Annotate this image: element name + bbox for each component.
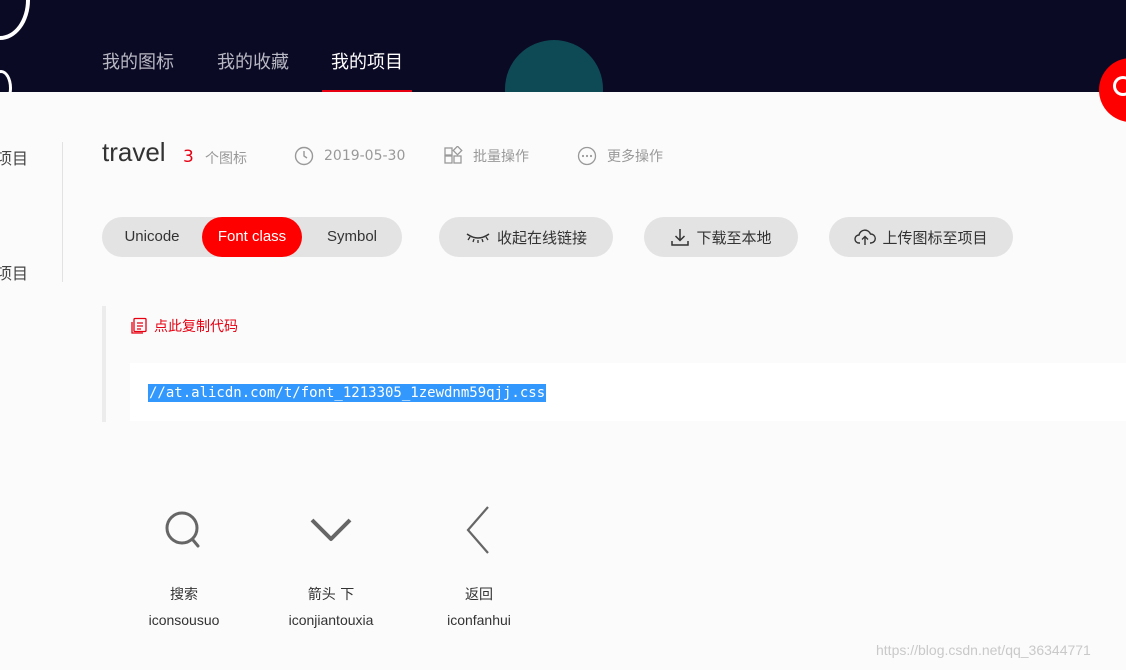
format-tabs: Unicode Font class Symbol [102, 217, 402, 257]
batch-operation-label: 批量操作 [473, 149, 529, 165]
project-title: travel [102, 137, 166, 167]
chevron-down-icon [310, 518, 352, 541]
icon-class: iconsousuo [148, 612, 220, 628]
sidebar-item-project-2[interactable]: 项目 [0, 260, 28, 284]
nav-my-projects[interactable]: 我的项目 [331, 48, 403, 74]
icon-class: iconjiantouxia [288, 612, 374, 628]
icon-count: 3 [183, 147, 194, 167]
nav-active-indicator [322, 90, 412, 92]
icon-name: 搜索 [170, 587, 198, 603]
copy-code-label: 点此复制代码 [154, 319, 238, 335]
sidebar-divider [62, 142, 63, 282]
icon-count-label: 个图标 [205, 151, 247, 167]
download-local-label: 下载至本地 [696, 228, 772, 247]
project-date-text: 2019-05-30 [324, 148, 406, 164]
watermark: https://blog.csdn.net/qq_36344771 [876, 642, 1091, 658]
icon-name: 返回 [465, 587, 493, 603]
copy-icon [131, 317, 147, 334]
icon-card-arrow-down[interactable]: 箭头 下 iconjiantouxia [271, 500, 391, 628]
icon-card-back[interactable]: 返回 iconfanhui [419, 500, 539, 628]
decorative-circle [505, 40, 603, 92]
icon-card-search[interactable]: 搜索 iconsousuo [124, 500, 244, 628]
icon-class: iconfanhui [447, 612, 511, 628]
more-operations-button[interactable]: 更多操作 [577, 146, 663, 166]
copy-code-button[interactable]: 点此复制代码 [130, 316, 238, 336]
grid-icon [444, 146, 463, 164]
clock-icon [294, 146, 314, 166]
collapse-online-link-label: 收起在线链接 [496, 228, 587, 247]
sidebar-item-project-1[interactable]: 项目 [0, 145, 28, 169]
chevron-left-icon [466, 506, 489, 554]
tab-font-class[interactable]: Font class [202, 217, 302, 257]
upload-icons-button[interactable]: 上传图标至项目 [829, 217, 1013, 257]
icon-name: 箭头 下 [307, 587, 355, 603]
upload-icons-label: 上传图标至项目 [882, 228, 988, 247]
font-css-url[interactable]: //at.alicdn.com/t/font_1213305_1zewdnm59… [148, 384, 547, 402]
tab-unicode[interactable]: Unicode [102, 217, 202, 257]
batch-operation-button[interactable]: 批量操作 [443, 146, 529, 166]
search-icon [165, 511, 200, 548]
project-date: 2019-05-30 [294, 146, 405, 166]
more-icon [577, 146, 597, 166]
cloud-upload-icon [854, 229, 877, 245]
code-block-bar [102, 306, 106, 422]
download-local-button[interactable]: 下载至本地 [644, 217, 798, 257]
nav-my-favorites[interactable]: 我的收藏 [217, 48, 289, 74]
top-header: 我的图标 我的收藏 我的项目 [0, 0, 1126, 92]
collapse-online-link-button[interactable]: 收起在线链接 [439, 217, 613, 257]
logo-icon[interactable] [0, 0, 30, 40]
nav-my-icons[interactable]: 我的图标 [102, 48, 174, 74]
tab-symbol[interactable]: Symbol [302, 217, 402, 257]
more-operations-label: 更多操作 [607, 149, 663, 165]
download-icon [671, 229, 690, 246]
closed-eye-icon [466, 233, 490, 243]
logo-arc-icon [0, 70, 12, 92]
